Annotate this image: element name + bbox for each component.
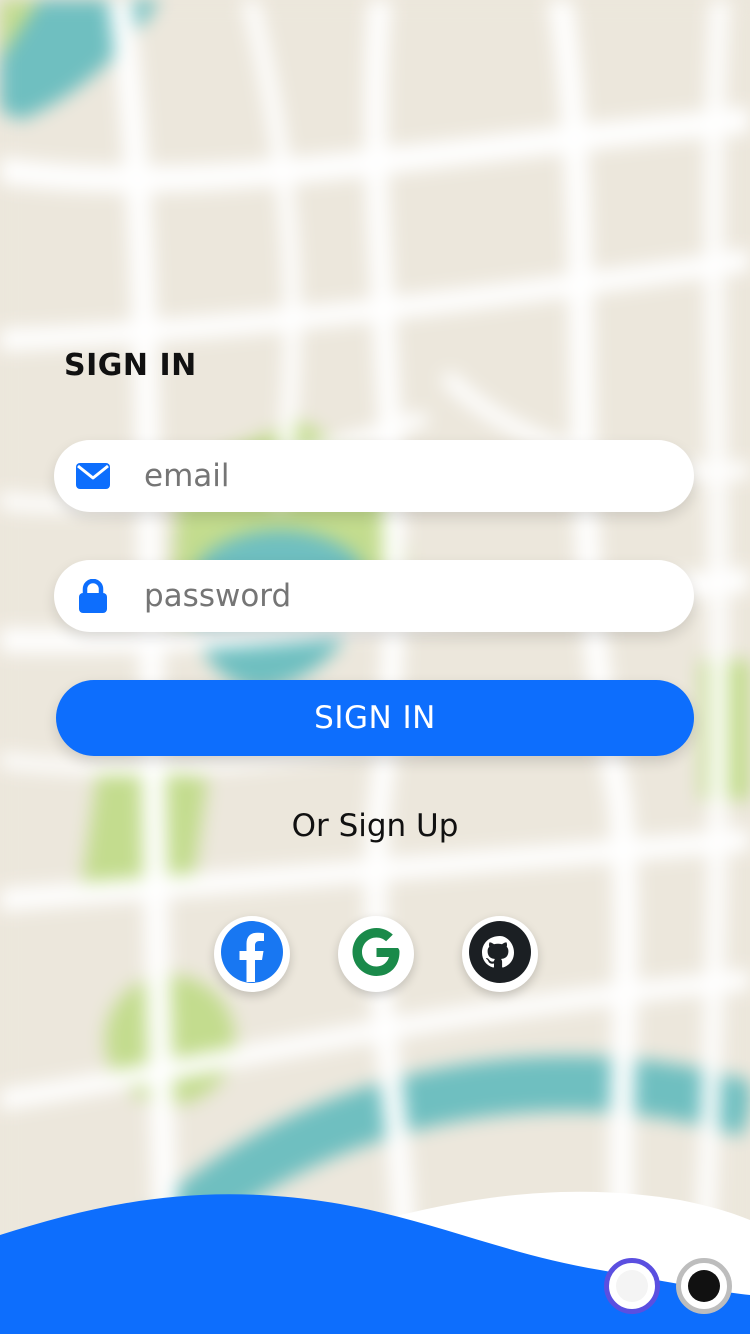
email-input[interactable] [144, 458, 644, 494]
lock-icon [76, 579, 110, 613]
facebook-button[interactable] [214, 916, 290, 992]
facebook-icon [220, 920, 284, 988]
google-icon [344, 920, 408, 988]
sign-in-button[interactable]: SIGN IN [56, 680, 694, 756]
google-button[interactable] [338, 916, 414, 992]
github-button[interactable] [462, 916, 538, 992]
dark-theme-toggle[interactable] [676, 1258, 732, 1314]
envelope-icon [76, 459, 110, 493]
page-title: SIGN IN [64, 348, 197, 383]
sign-in-screen: SIGN IN SIGN IN Or Sign Up [0, 0, 750, 1334]
dark-theme-icon [688, 1270, 720, 1302]
light-theme-icon [616, 1270, 648, 1302]
sign-up-link[interactable]: Or Sign Up [0, 808, 750, 844]
email-field-container[interactable] [54, 440, 694, 512]
github-icon [468, 920, 532, 988]
password-field-container[interactable] [54, 560, 694, 632]
password-input[interactable] [144, 578, 644, 614]
light-theme-toggle[interactable] [604, 1258, 660, 1314]
map-background [0, 0, 750, 1334]
